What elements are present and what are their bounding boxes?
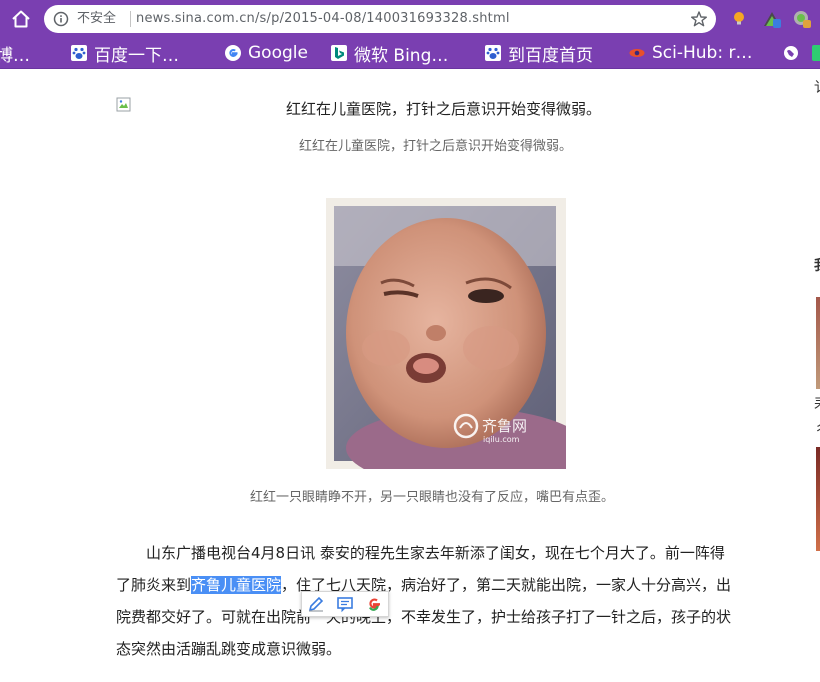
bookmarks-bar: 博… 百度一下… Google 微软 Bing… 到百度首页 Sci-Hub: … <box>0 38 820 69</box>
paragraph-line-4: 态突然由活蹦乱跳变成意识微弱。 <box>116 640 342 658</box>
scihub-eye-icon <box>629 49 645 57</box>
browser-window: 不安全 news.sina.com.cn/s/p/2015-04-08/1400… <box>0 0 820 682</box>
sidebar-cutoff-text: 讠 <box>814 77 820 97</box>
paragraph-line-1: 山东广播电视台4月8日讯 泰安的程先生家去年新添了闺女，现在七个月大了。前一阵得 <box>146 544 725 562</box>
article-paragraph: 山东广播电视台4月8日讯 泰安的程先生家去年新添了闺女，现在七个月大了。前一阵得… <box>116 537 776 665</box>
article-content: 红红在儿童医院，打针之后意识开始变得微弱。 红红在儿童医院，打针之后意识开始变得… <box>0 69 820 682</box>
browser-toolbar: 不安全 news.sina.com.cn/s/p/2015-04-08/1400… <box>0 0 820 38</box>
bookmark-label: 博… <box>0 45 30 66</box>
info-icon[interactable] <box>53 11 69 27</box>
bookmark-label: 百度一下… <box>94 45 179 66</box>
sidebar-thumbnail[interactable] <box>816 297 820 389</box>
bookmark-label: 微软 Bing… <box>354 45 449 66</box>
lightbulb-extension-icon[interactable] <box>730 10 748 28</box>
bookmark-bing[interactable]: 微软 Bing… <box>331 41 449 66</box>
bookmark-google[interactable]: Google <box>225 41 308 65</box>
bing-icon <box>331 45 347 61</box>
bookmark-scihub[interactable]: Sci-Hub: r… <box>629 41 752 65</box>
bookmark-label: Sci-Hub: r… <box>652 43 753 63</box>
baidu-paw-icon <box>71 45 87 61</box>
sidebar-cutoff-text: 耒 <box>814 393 820 413</box>
globe-icon[interactable] <box>783 45 799 61</box>
baby-photo-illustration: 齐鲁网 iqilu.com <box>326 198 566 469</box>
google-search-icon[interactable] <box>365 595 383 613</box>
photo-watermark-en: iqilu.com <box>483 435 520 444</box>
bookmark-baidu-home[interactable]: 到百度首页 <box>485 41 593 66</box>
security-label: 不安全 <box>77 11 117 26</box>
bookmark-label: Google <box>248 43 308 63</box>
right-sidebar-cutoff: 讠 我 耒 彳 <box>806 69 820 682</box>
bookmark-green-icon[interactable] <box>812 45 820 61</box>
google-icon <box>225 45 241 61</box>
photo-watermark-cn: 齐鲁网 <box>482 417 527 435</box>
photo-caption: 红红一只眼睛睁不开，另一只眼睛也没有了反应，嘴巴有点歪。 <box>250 490 615 505</box>
url-divider <box>130 11 131 27</box>
sidebar-cutoff-text: 彳 <box>814 419 820 439</box>
text-segment: 院费都交好了。可就在出院前 <box>116 608 312 626</box>
paragraph-line-2: 了肺炎来到齐鲁儿童医院，住了七八天院，病治好了，第二天就能出院，一家人十分高兴，… <box>116 569 776 601</box>
text-before-highlight: 了肺炎来到 <box>116 576 192 594</box>
pencil-icon[interactable] <box>307 595 325 613</box>
sidebar-cutoff-heading: 我 <box>814 255 820 275</box>
baidu-paw-icon <box>485 45 501 61</box>
bookmark-label: 到百度首页 <box>508 45 593 66</box>
baby-photo: 齐鲁网 iqilu.com <box>326 198 566 469</box>
selection-toolbar <box>301 591 389 617</box>
extension-icon[interactable] <box>763 10 781 28</box>
comment-icon[interactable] <box>336 595 354 613</box>
image-caption: 红红在儿童医院，打针之后意识开始变得微弱。 <box>299 139 573 154</box>
bookmark-weibo[interactable]: 博… <box>0 41 30 66</box>
extension-icon-2[interactable] <box>793 10 811 28</box>
bookmark-baidu-search[interactable]: 百度一下… <box>71 41 179 66</box>
selected-text-highlight[interactable]: 齐鲁儿童医院 <box>191 576 282 594</box>
url-text[interactable]: news.sina.com.cn/s/p/2015-04-08/14003169… <box>136 11 510 27</box>
sidebar-thumbnail[interactable] <box>816 447 820 551</box>
bookmark-star-icon[interactable] <box>690 10 708 28</box>
image-alt-caption: 红红在儿童医院，打针之后意识开始变得微弱。 <box>286 100 602 118</box>
address-bar[interactable]: 不安全 news.sina.com.cn/s/p/2015-04-08/1400… <box>44 5 716 33</box>
home-icon[interactable] <box>10 8 32 30</box>
paragraph-line-3: 院费都交好了。可就在出院前一天的晚上，不幸发生了，护士给孩子打了一针之后，孩子的… <box>116 601 776 633</box>
broken-image-icon <box>116 97 131 112</box>
